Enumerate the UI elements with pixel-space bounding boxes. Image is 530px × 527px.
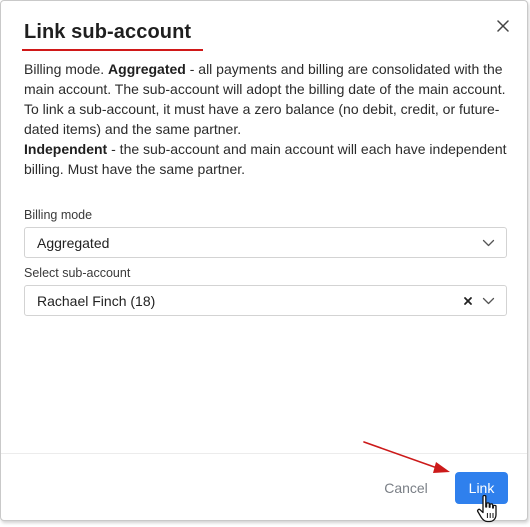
dialog-title: Link sub-account [24,21,192,43]
independent-term: Independent [24,141,108,157]
footer-divider [1,453,527,454]
clear-icon[interactable] [463,296,473,306]
close-icon [497,20,509,32]
sub-account-value: Rachael Finch (18) [37,293,156,309]
billing-mode-label: Billing mode [24,208,93,222]
sub-account-select[interactable]: Rachael Finch (18) [24,285,507,316]
cancel-button[interactable]: Cancel [375,474,437,502]
sub-account-label: Select sub-account [24,266,131,280]
link-sub-account-dialog: Link sub-account Billing mode. Aggregate… [0,0,528,521]
aggregated-term: Aggregated [108,61,186,77]
description-aggregated: Billing mode. Aggregated - all payments … [24,59,512,139]
close-button[interactable] [494,17,512,35]
chevron-down-icon[interactable] [482,237,495,249]
billing-mode-select[interactable]: Aggregated [24,227,507,258]
chevron-down-icon[interactable] [482,295,495,307]
description-prefix: Billing mode. [24,61,109,77]
dialog-description: Billing mode. Aggregated - all payments … [24,59,512,179]
billing-mode-value: Aggregated [37,235,110,251]
link-button[interactable]: Link [455,472,508,504]
description-independent: Independent - the sub-account and main a… [24,139,512,179]
title-underline-annotation [22,49,203,51]
